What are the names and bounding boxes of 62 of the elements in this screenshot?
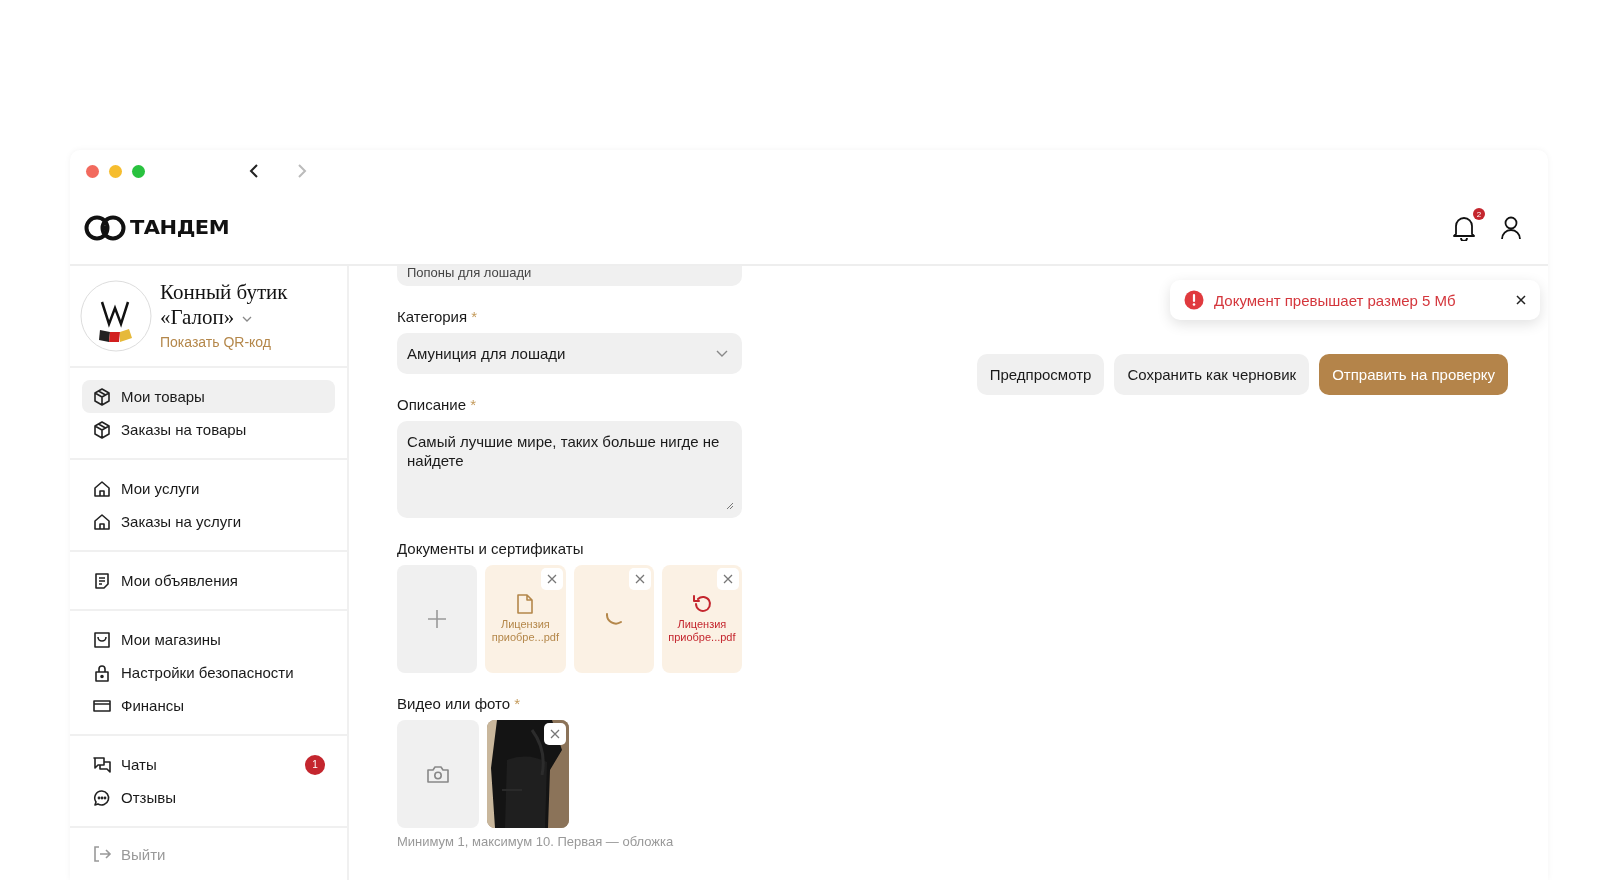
close-icon [723,574,733,584]
bubble-icon [92,787,112,808]
name-field[interactable]: Попоны для лошади [397,266,742,286]
close-button[interactable] [1516,295,1526,305]
action-button[interactable]: Предпросмотр [976,354,1105,395]
remove-button[interactable] [717,568,739,590]
sidebar-item[interactable]: Мои услуги [82,472,335,505]
toast-message: Документ превышает размер 5 Мб [1214,291,1457,309]
action-button[interactable]: Сохранить как черновик [1114,354,1310,395]
description-field[interactable]: Самый лучшие мире, таких больше нигде не найдете [397,421,742,518]
chat-icon [92,754,112,775]
file-name: Лицензия приобре...pdf [667,618,737,644]
bell-icon[interactable] [1452,215,1476,241]
user-icon[interactable] [1500,216,1522,240]
field-label: Документы и сертификаты [397,540,585,557]
chevron-down-icon[interactable] [242,316,253,323]
retry-icon[interactable] [690,594,713,614]
resize-grip-icon[interactable] [726,502,734,510]
field-label: Описание * [397,396,478,413]
close-icon [634,574,645,584]
note-icon [92,570,112,591]
alert-icon [1184,290,1204,310]
house-icon [92,478,112,499]
unread-badge: 1 [305,754,325,775]
close-icon [1516,295,1526,305]
close-icon [550,729,560,739]
close-icon [546,574,557,584]
back-icon[interactable] [249,164,259,178]
remove-button[interactable] [544,723,566,745]
sidebar-item[interactable]: Настройки безопасности [82,656,335,689]
field-label: Категория * [397,308,479,325]
sidebar-item[interactable]: Мои товары [82,380,335,413]
notification-badge: 2 [1473,208,1485,220]
sidebar-item[interactable]: Отзывы [82,781,335,814]
box-icon [92,386,112,407]
bag-icon [92,629,112,650]
spinner-icon [605,613,622,625]
remove-button[interactable] [540,568,563,590]
sidebar-item[interactable]: Финансы [82,689,335,722]
file-name: Лицензия приобре...pdf [490,618,561,644]
file-icon [517,594,534,614]
camera-icon [427,765,449,783]
logout-icon [92,844,112,864]
sidebar-item[interactable]: Мои объявления [82,564,335,597]
shop-name[interactable]: Конный бутик «Галоп» [160,280,310,330]
lock-icon [92,662,112,683]
remove-button[interactable] [628,568,651,590]
hint-text: Минимум 1, максимум 10. Первая — обложка [397,834,675,849]
category-select[interactable]: Амуниция для лошади [397,333,742,374]
sidebar-item[interactable]: Чаты 1 [82,748,335,781]
plus-icon [427,609,448,629]
maximize-dot[interactable] [132,164,145,178]
minimize-dot[interactable] [109,164,122,178]
sidebar-item[interactable]: Заказы на товары [82,413,335,446]
chevron-down-icon [716,349,728,358]
sidebar-item[interactable]: Заказы на услуги [82,505,335,538]
logo-text[interactable]: ТАНДЕМ [130,217,230,239]
field-label: Видео или фото * [397,695,522,712]
shop-logo-icon [80,280,152,352]
logo-icon [84,215,126,241]
sidebar-item[interactable]: Мои магазины [82,623,335,656]
close-dot[interactable] [86,164,99,178]
